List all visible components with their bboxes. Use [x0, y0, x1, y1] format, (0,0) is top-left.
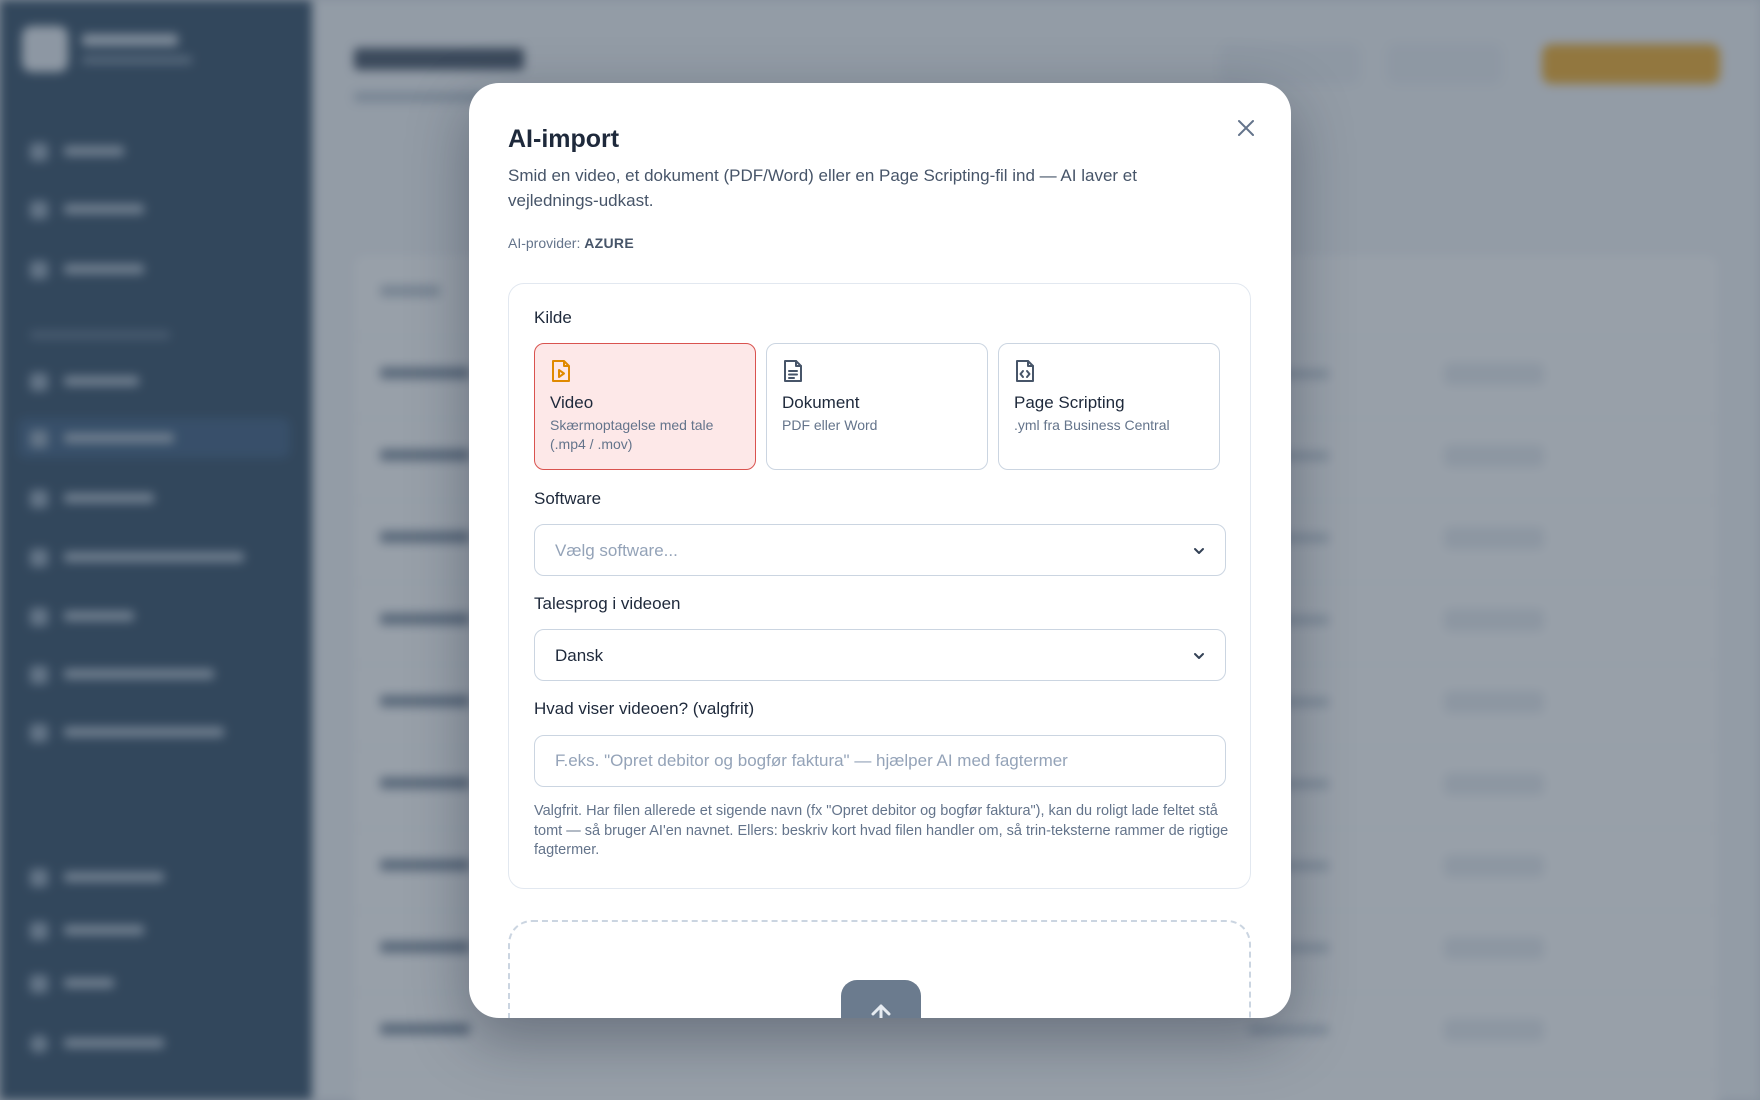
software-label: Software	[534, 489, 602, 508]
source-option-page-scripting[interactable]: Page Scripting .yml fra Business Central	[998, 343, 1220, 470]
close-button[interactable]	[1231, 113, 1261, 143]
dialog-title: AI-import	[508, 125, 620, 153]
source-option-document[interactable]: Dokument PDF eller Word	[766, 343, 988, 470]
ai-provider-info: AI-provider: AZURE	[508, 235, 634, 251]
language-select[interactable]: Dansk	[534, 629, 1226, 681]
source-option-title: Video	[550, 393, 594, 412]
file-text-icon	[784, 360, 802, 382]
software-select-placeholder: Vælg software...	[555, 541, 678, 560]
ai-provider-label: AI-provider:	[508, 235, 581, 251]
source-option-subtitle: Skærmoptagelse med tale (.mp4 / .mov)	[550, 417, 714, 452]
dialog-description: Smid en video, et dokument (PDF/Word) el…	[508, 166, 1137, 210]
source-label: Kilde	[534, 308, 572, 327]
import-settings-panel: Kilde Video Skærmoptagelse med tale (.mp…	[508, 283, 1251, 889]
language-label: Talesprog i videoen	[534, 594, 681, 613]
close-icon	[1238, 120, 1254, 136]
source-option-title: Dokument	[782, 393, 860, 412]
topic-input[interactable]	[534, 735, 1226, 787]
ai-import-dialog: AI-import Smid en video, et dokument (PD…	[469, 83, 1291, 1018]
chevron-down-icon	[1194, 653, 1204, 659]
chevron-down-icon	[1194, 548, 1204, 554]
file-code-icon	[1016, 360, 1034, 382]
ai-provider-value: AZURE	[584, 235, 634, 251]
source-option-title: Page Scripting	[1014, 393, 1125, 412]
software-select[interactable]: Vælg software...	[534, 524, 1226, 576]
topic-label: Hvad viser videoen? (valgfrit)	[534, 699, 755, 718]
source-option-video[interactable]: Video Skærmoptagelse med tale (.mp4 / .m…	[534, 343, 756, 470]
file-video-icon	[552, 360, 570, 382]
file-dropzone[interactable]	[508, 920, 1251, 1018]
topic-hint: Valgfrit. Har filen allerede et sigende …	[534, 803, 1229, 858]
source-option-subtitle: .yml fra Business Central	[1014, 417, 1170, 433]
source-option-subtitle: PDF eller Word	[782, 417, 878, 433]
upload-icon	[841, 980, 921, 1018]
language-select-value: Dansk	[555, 646, 604, 665]
